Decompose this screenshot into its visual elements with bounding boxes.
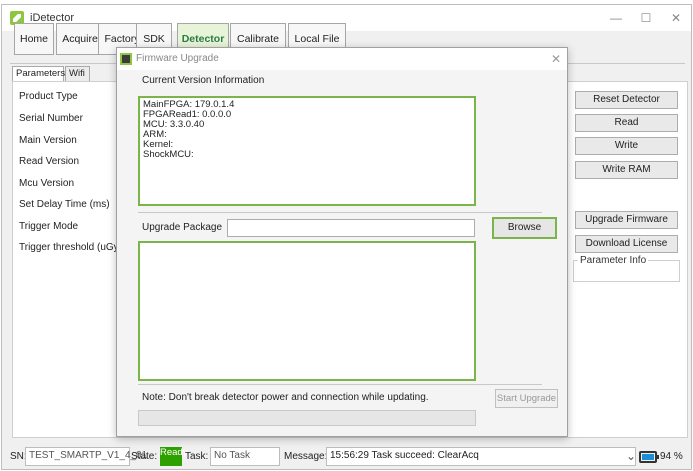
read-button[interactable]: Read (575, 114, 678, 132)
param-read-version: Read Version (19, 156, 80, 167)
dialog-divider (138, 212, 542, 213)
upgrade-firmware-button[interactable]: Upgrade Firmware (575, 211, 678, 229)
state-badge: Ready (160, 447, 187, 466)
write-ram-button[interactable]: Write RAM (575, 161, 678, 179)
param-product-type: Product Type (19, 91, 78, 102)
maximize-button[interactable]: ☐ (632, 9, 660, 27)
upgrade-package-label: Upgrade Package (142, 222, 223, 233)
browse-button[interactable]: Browse (492, 217, 557, 239)
tab-home[interactable]: Home (14, 23, 54, 55)
param-mcu-version: Mcu Version (19, 178, 75, 189)
status-bar: SN: TEST_SMARTP_V1_4_01 State: Ready Tas… (8, 446, 686, 468)
message-field: 15:56:29 Task succeed: ClearAcq (326, 447, 636, 466)
state-label: State: (131, 451, 158, 462)
parameter-info-label: Parameter Info (578, 255, 649, 266)
start-upgrade-button[interactable]: Start Upgrade (495, 389, 558, 408)
battery-percent: 94 % (660, 451, 683, 462)
battery-icon (639, 451, 659, 463)
version-line-arm: ARM: (143, 129, 167, 140)
param-main-version: Main Version (19, 135, 77, 146)
version-line-mcu: MCU: 3.3.0.40 (143, 119, 205, 130)
minimize-button[interactable]: — (602, 9, 630, 27)
tab-parameters[interactable]: Parameters (12, 66, 65, 82)
upgrade-progress-bar (138, 410, 476, 426)
tab-wifi[interactable]: Wifi (65, 66, 90, 82)
param-delay-time: Set Delay Time (ms) (19, 199, 110, 210)
firmware-upgrade-dialog: Firmware Upgrade ✕ Current Version Infor… (116, 47, 568, 437)
tab-acquire[interactable]: Acquire (56, 23, 104, 55)
message-dropdown-icon[interactable]: ⌄ (626, 449, 636, 463)
upgrade-log-box (138, 241, 476, 381)
reset-detector-button[interactable]: Reset Detector (575, 91, 678, 109)
dialog-app-icon (120, 53, 132, 65)
param-trigger-threshold: Trigger threshold (uGy/s) (19, 242, 130, 253)
dialog-close-icon[interactable]: ✕ (551, 52, 561, 66)
upgrade-note: Note: Don't break detector power and con… (142, 392, 429, 403)
close-button[interactable]: ✕ (662, 9, 690, 27)
param-serial-number: Serial Number (19, 113, 83, 124)
dialog-title: Firmware Upgrade (136, 53, 219, 64)
current-version-label: Current Version Information (142, 75, 265, 86)
task-label: Task: (185, 451, 209, 462)
sn-field: TEST_SMARTP_V1_4_01 (25, 447, 147, 466)
upgrade-package-input[interactable] (227, 219, 475, 237)
write-button[interactable]: Write (575, 137, 678, 155)
download-license-button[interactable]: Download License (575, 235, 678, 253)
version-line-shockmcu: ShockMCU: (143, 149, 194, 160)
param-trigger-mode: Trigger Mode (19, 221, 79, 232)
message-label: Message: (284, 451, 328, 462)
dialog-title-bar: Firmware Upgrade ✕ (117, 48, 567, 70)
dialog-divider-bottom (138, 384, 542, 385)
task-field: No Task (210, 447, 280, 466)
parameter-info-group: Parameter Info (573, 255, 680, 282)
battery-fill (642, 454, 654, 460)
version-info-box: MainFPGA: 179.0.1.4 FPGARead1: 0.0.0.0 M… (138, 96, 476, 206)
